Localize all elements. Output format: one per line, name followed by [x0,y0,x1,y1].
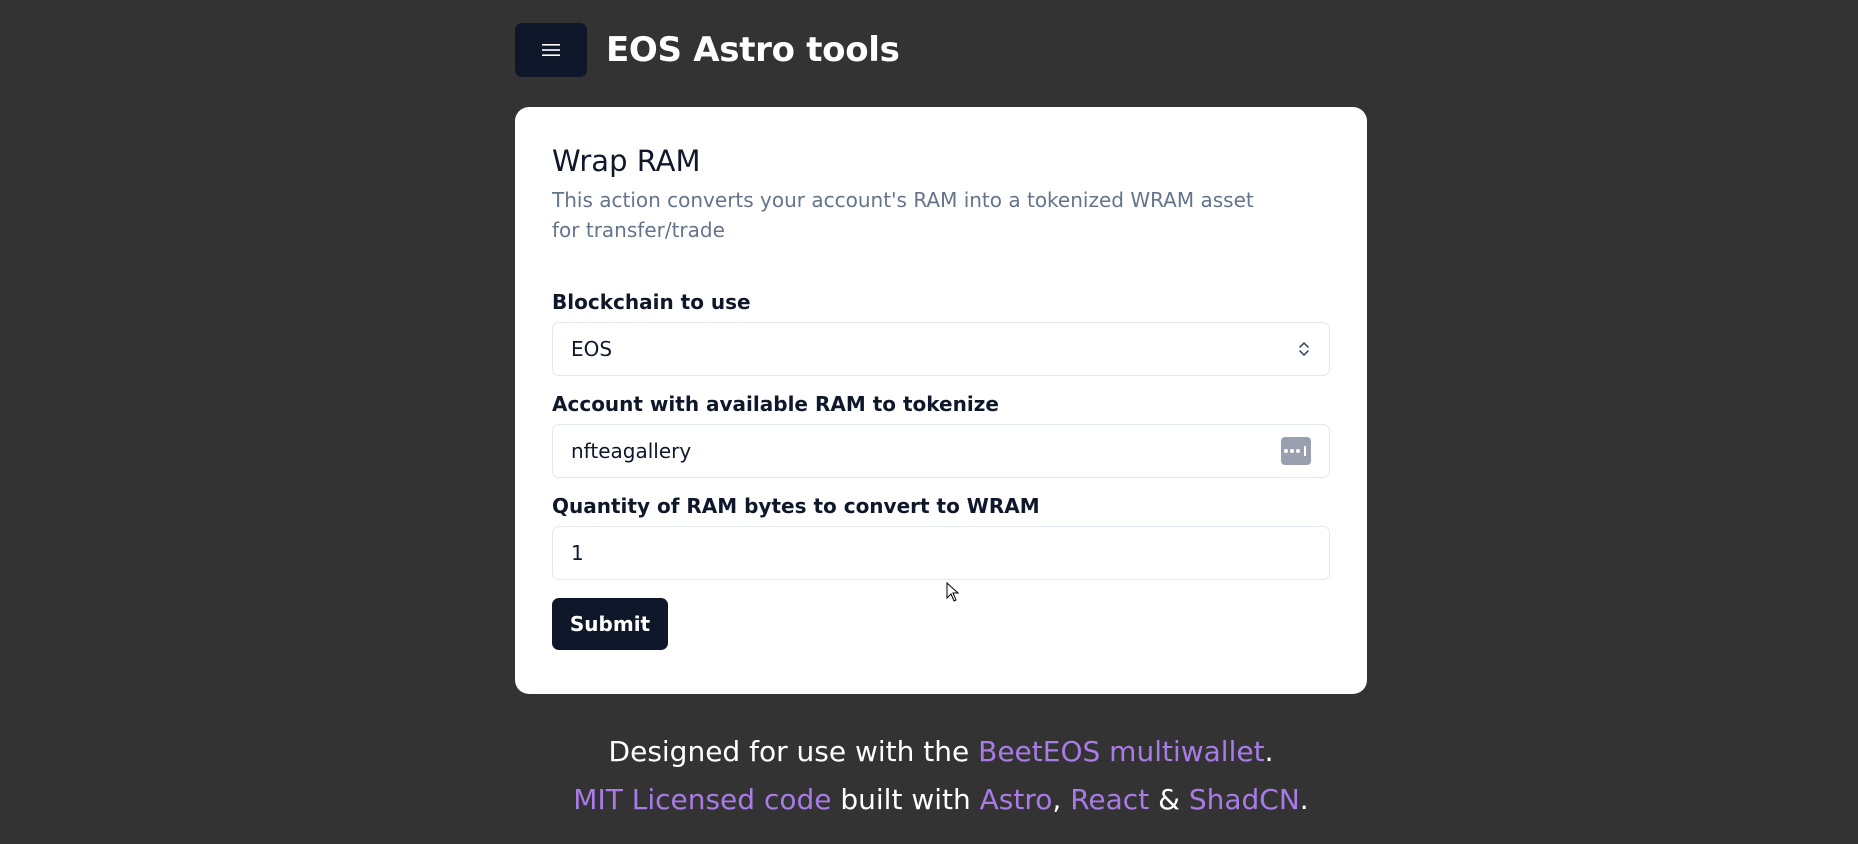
mouse-cursor-icon [946,582,960,602]
password-manager-icon[interactable] [1281,437,1311,465]
quantity-input-value: 1 [571,541,584,565]
menu-button[interactable] [515,23,587,77]
header: EOS Astro tools [515,23,900,77]
footer-text: . [1264,735,1274,768]
chevrons-up-down-icon [1299,342,1309,356]
account-input[interactable]: nfteagallery [552,424,1330,478]
submit-button[interactable]: Submit [552,598,668,650]
quantity-label: Quantity of RAM bytes to convert to WRAM [552,494,1040,518]
blockchain-select[interactable]: EOS [552,322,1330,376]
footer-text: built with [831,783,980,816]
app-title: EOS Astro tools [606,30,900,70]
quantity-input[interactable]: 1 [552,526,1330,580]
account-input-value: nfteagallery [571,439,692,463]
footer-text: . [1299,783,1309,816]
page: EOS Astro tools Wrap RAM This action con… [0,0,1858,844]
footer-text: Designed for use with the [608,735,979,768]
astro-link[interactable]: Astro [980,783,1053,816]
blockchain-select-value: EOS [571,337,613,361]
footer-text: & [1149,783,1189,816]
shadcn-link[interactable]: ShadCN [1189,783,1300,816]
card-title: Wrap RAM [552,144,701,178]
footer-text: , [1052,783,1071,816]
card-description: This action converts your account's RAM … [552,188,1254,242]
wrap-ram-card: Wrap RAM This action converts your accou… [515,107,1367,694]
hamburger-menu-icon [542,44,560,56]
beeteos-link[interactable]: BeetEOS multiwallet [978,735,1264,768]
footer-line-2: MIT Licensed code built with Astro, Reac… [515,776,1367,824]
blockchain-label: Blockchain to use [552,290,751,314]
mit-license-link[interactable]: MIT Licensed code [573,783,831,816]
account-label: Account with available RAM to tokenize [552,392,999,416]
footer: Designed for use with the BeetEOS multiw… [515,728,1367,824]
footer-line-1: Designed for use with the BeetEOS multiw… [515,728,1367,776]
react-link[interactable]: React [1070,783,1149,816]
